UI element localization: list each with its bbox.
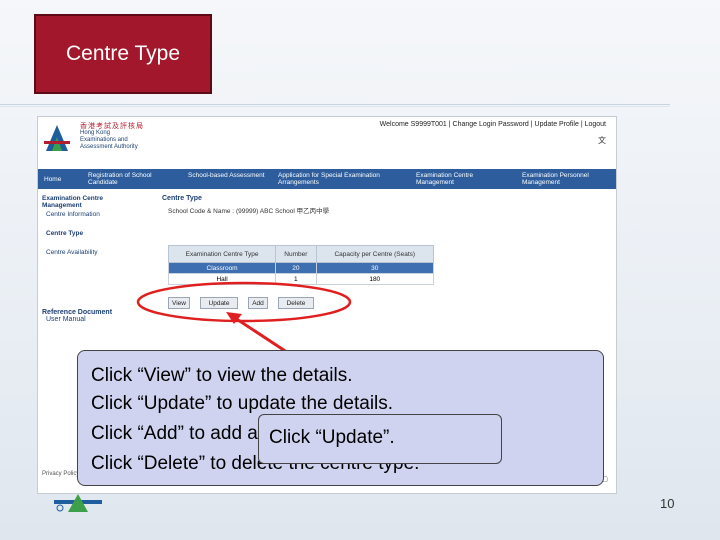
title-divider-shadow bbox=[0, 106, 670, 107]
user-manual-link[interactable]: User Manual bbox=[46, 316, 112, 323]
add-button[interactable]: Add bbox=[248, 297, 268, 309]
table-cell: Classroom bbox=[167, 262, 277, 274]
update-button[interactable]: Update bbox=[200, 297, 238, 309]
table-cell: 1 bbox=[275, 273, 317, 285]
table-cell: 180 bbox=[315, 273, 435, 285]
nav-item-home[interactable]: Home bbox=[44, 176, 61, 183]
nav-item-personnel-management[interactable]: Examination Personnel Management bbox=[522, 172, 612, 186]
nav-item-centre-management[interactable]: Examination Centre Management bbox=[416, 172, 496, 186]
column-header: Examination Centre Type bbox=[167, 245, 277, 263]
table-cell: 20 bbox=[275, 262, 317, 274]
logo-chinese: 香港考試及評核局 bbox=[80, 123, 144, 130]
column-header: Number bbox=[275, 245, 317, 263]
column-header: Capacity per Centre (Seats) bbox=[315, 245, 435, 263]
logo-en-line2: Examinations and bbox=[80, 137, 128, 143]
content-title: Centre Type bbox=[162, 195, 202, 202]
instruction-line-update: Click “Update” to update the details. bbox=[91, 393, 394, 414]
logo-en-line3: Assessment Authority bbox=[80, 144, 138, 150]
school-name: ABC School bbox=[259, 208, 295, 215]
logo-en-line1: Hong Kong bbox=[80, 130, 111, 136]
sidebar-item-centre-info[interactable]: Centre Information bbox=[46, 211, 160, 218]
instruction-line-view: Click “View” to view the details. bbox=[91, 365, 353, 386]
school-info: School Code & Name : (99999) ABC School … bbox=[168, 205, 329, 215]
school-name-cn: 甲乙丙中學 bbox=[296, 208, 330, 215]
sidebar-item-centre-availability[interactable]: Centre Availability bbox=[46, 249, 160, 256]
delete-button[interactable]: Delete bbox=[278, 297, 314, 309]
table-row[interactable]: Hall 1 180 bbox=[167, 273, 435, 285]
reference-heading: Reference Document bbox=[42, 309, 113, 316]
hkeaa-footer-logo-icon bbox=[54, 494, 102, 512]
school-label: School Code & Name : bbox=[168, 208, 235, 215]
school-code: (99999) bbox=[235, 208, 259, 215]
top-links[interactable]: Welcome S9999T001 | Change Login Passwor… bbox=[380, 121, 606, 128]
update-popup: Click “Update”. bbox=[258, 414, 502, 464]
sidebar: Examination Centre Management Centre Inf… bbox=[42, 195, 160, 256]
title-divider bbox=[0, 104, 670, 105]
view-button[interactable]: View bbox=[168, 297, 190, 309]
nav-item-sba[interactable]: School-based Assessment bbox=[188, 172, 268, 179]
reference-section: Reference Document User Manual bbox=[42, 309, 112, 323]
logo-text: 香港考試及評核局 Hong Kong Examinations and Asse… bbox=[80, 123, 190, 151]
main-nav: Home Registration of School Candidate Sc… bbox=[38, 169, 616, 189]
table-cell: 30 bbox=[315, 262, 435, 274]
table-cell: Hall bbox=[167, 273, 277, 285]
slide-title: Centre Type bbox=[34, 14, 212, 94]
privacy-link[interactable]: Privacy Policy bbox=[42, 471, 79, 477]
page-number: 10 bbox=[660, 496, 675, 511]
sidebar-item-centre-type[interactable]: Centre Type bbox=[46, 230, 160, 237]
hkeaa-logo-icon bbox=[44, 125, 70, 151]
sidebar-heading: Examination Centre Management bbox=[42, 195, 104, 209]
table-header-row: Examination Centre Type Number Capacity … bbox=[167, 245, 435, 263]
nav-item-special-arrangements[interactable]: Application for Special Examination Arra… bbox=[278, 172, 398, 186]
app-header: 香港考試及評核局 Hong Kong Examinations and Asse… bbox=[38, 117, 616, 167]
language-toggle[interactable]: 文 bbox=[598, 135, 606, 146]
table-row[interactable]: Classroom 20 30 bbox=[167, 262, 435, 274]
nav-item-registration[interactable]: Registration of School Candidate bbox=[88, 172, 168, 186]
centre-type-table: Examination Centre Type Number Capacity … bbox=[167, 245, 435, 285]
